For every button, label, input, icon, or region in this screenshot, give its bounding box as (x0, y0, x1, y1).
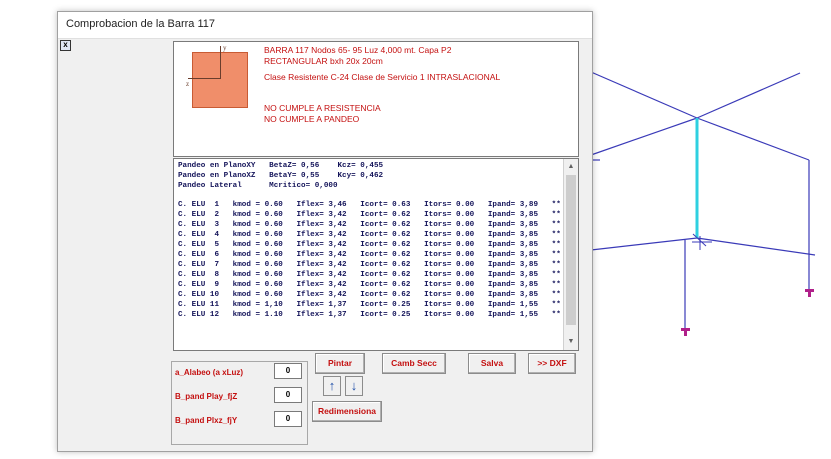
check-bar-dialog: Comprobacion de la Barra 117 x y z BARRA… (57, 11, 593, 452)
result-header-line: Pandeo Lateral Mcritico= 0,000 (178, 182, 338, 190)
result-header-line: Pandeo en PlanoXY BetaZ= 0,56 Kcz= 0,455 (178, 162, 384, 170)
result-row: C. ELU 12 kmod = 1.10 Iflex= 1,37 Icort=… (178, 311, 561, 319)
frame-beam (696, 72, 801, 119)
bpand-play-input[interactable]: 0 (274, 387, 302, 403)
bar-info-panel: y z BARRA 117 Nodos 65- 95 Luz 4,000 mt.… (173, 41, 579, 157)
result-header-line: Pandeo en PlanoXZ BetaY= 0,55 Kcy= 0,462 (178, 172, 384, 180)
pintar-button[interactable]: Pintar (315, 353, 365, 374)
result-row: C. ELU 3 kmod = 0.60 Iflex= 3,42 Icort= … (178, 221, 561, 229)
z-axis-label: z (186, 80, 190, 88)
result-row: C. ELU 5 kmod = 0.60 Iflex= 3,42 Icort= … (178, 241, 561, 249)
section-line: RECTANGULAR bxh 20x 20cm (264, 56, 383, 66)
result-row: C. ELU 4 kmod = 0.60 Iflex= 3,42 Icort= … (178, 231, 561, 239)
bar-title-line: BARRA 117 Nodos 65- 95 Luz 4,000 mt. Cap… (264, 45, 452, 55)
salva-button[interactable]: Salva (468, 353, 516, 374)
frame-beam (696, 117, 810, 161)
buckling-status: NO CUMPLE A PANDEO (264, 114, 360, 124)
frame-beam (590, 237, 698, 251)
y-axis-label: y (223, 44, 227, 52)
result-row: C. ELU 6 kmod = 0.60 Iflex= 3,42 Icort= … (178, 251, 561, 259)
results-scrollbar[interactable]: ▲ ▼ (563, 159, 578, 350)
z-axis-line (188, 78, 221, 79)
node-marker (805, 289, 814, 292)
result-row: C. ELU 9 kmod = 0.60 Iflex= 3,42 Icort= … (178, 281, 561, 289)
y-axis-line (220, 46, 221, 79)
close-icon[interactable]: x (60, 40, 71, 51)
down-arrow-icon[interactable]: ↓ (345, 376, 363, 396)
bpand-plxz-input[interactable]: 0 (274, 411, 302, 427)
results-panel[interactable]: Pandeo en PlanoXY BetaZ= 0,56 Kcz= 0,455… (173, 158, 579, 351)
redimensiona-button[interactable]: Redimensiona (312, 401, 382, 422)
camb-secc-button[interactable]: Camb Secc (382, 353, 446, 374)
result-row: C. ELU 7 kmod = 0.60 Iflex= 3,42 Icort= … (178, 261, 561, 269)
result-row: C. ELU 2 kmod = 0.60 Iflex= 3,42 Icort= … (178, 211, 561, 219)
window-title: Comprobacion de la Barra 117 (66, 18, 215, 30)
class-line: Clase Resistente C-24 Clase de Servicio … (264, 72, 501, 82)
scroll-down-icon[interactable]: ▼ (564, 336, 578, 348)
support-symbol (692, 233, 712, 250)
node-marker (808, 292, 811, 297)
node-marker (681, 328, 690, 331)
up-arrow-icon[interactable]: ↑ (323, 376, 341, 396)
title-bar[interactable]: Comprobacion de la Barra 117 (58, 12, 592, 39)
frame-beam (590, 117, 698, 156)
result-row: C. ELU 10 kmod = 0.60 Iflex= 3,42 Icort=… (178, 291, 561, 299)
scroll-up-icon[interactable]: ▲ (564, 161, 578, 173)
bpand-plxz-label: B_pand Plxz_fjY (175, 416, 238, 425)
alabeo-input[interactable]: 0 (274, 363, 302, 379)
alabeo-label: a_Alabeo (a xLuz) (175, 368, 244, 377)
node-marker (684, 331, 687, 336)
result-row: C. ELU 8 kmod = 0.60 Iflex= 3,42 Icort= … (178, 271, 561, 279)
result-row: C. ELU 11 kmod = 1,10 Iflex= 1,37 Icort=… (178, 301, 561, 309)
frame-beam (590, 71, 698, 119)
scroll-thumb[interactable] (566, 175, 576, 325)
frame-beam (696, 237, 816, 256)
bpand-play-label: B_pand Play_fjZ (175, 392, 238, 401)
resistance-status: NO CUMPLE A RESISTENCIA (264, 103, 381, 113)
result-row: C. ELU 1 kmod = 0.60 Iflex= 3,46 Icort= … (178, 201, 561, 209)
dxf-export-button[interactable]: >> DXF (528, 353, 576, 374)
